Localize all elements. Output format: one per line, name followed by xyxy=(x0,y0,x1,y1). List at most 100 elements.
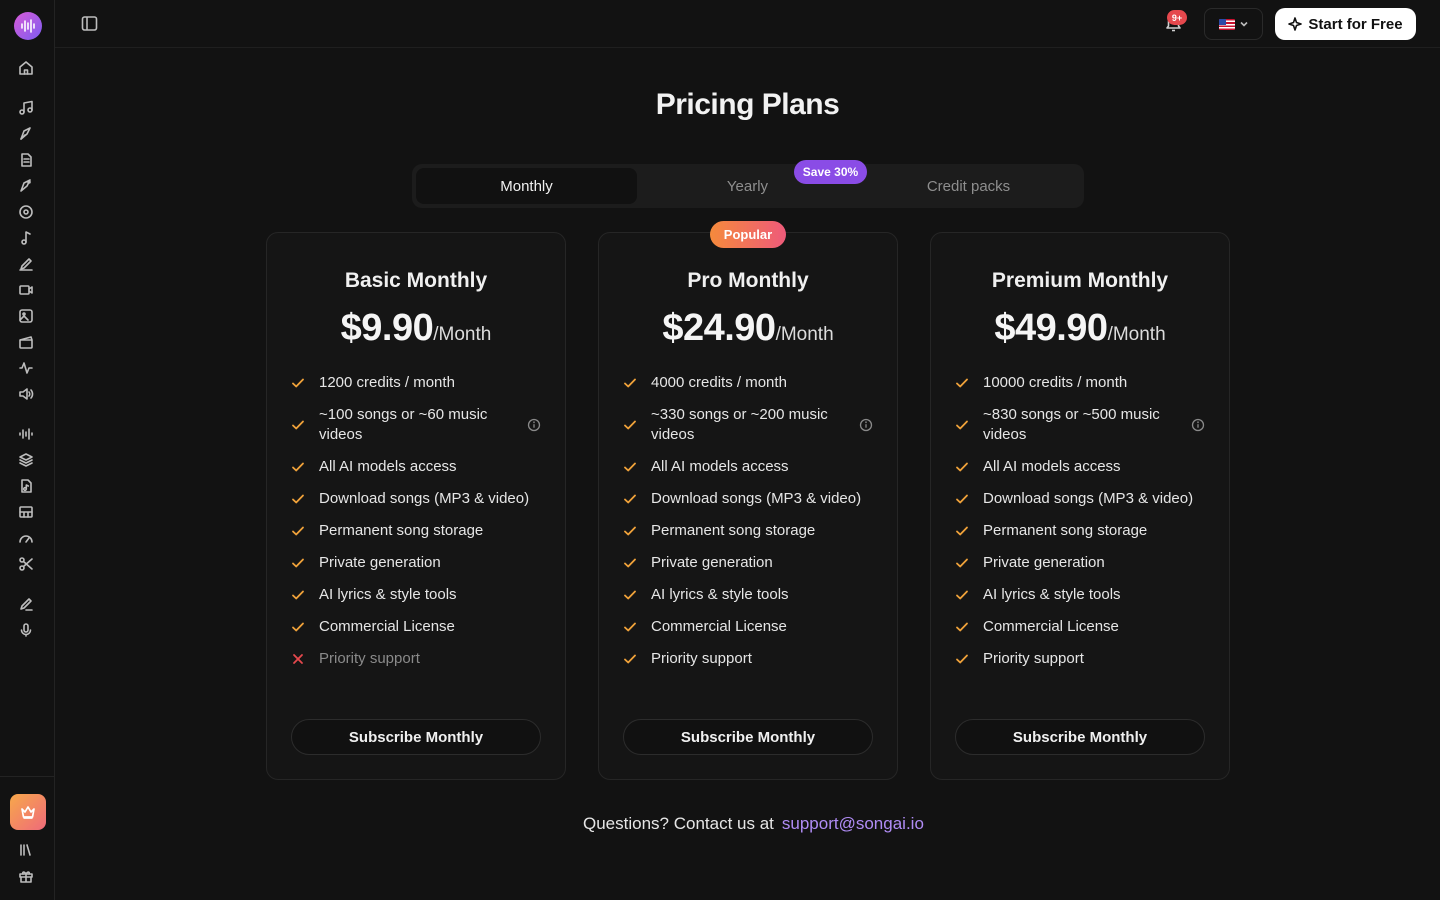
sidebar-divider xyxy=(0,776,55,777)
feature-text: ~100 songs or ~60 music videos xyxy=(319,406,488,443)
gift-icon[interactable] xyxy=(17,867,35,885)
language-selector[interactable] xyxy=(1204,8,1263,40)
audio-file-icon[interactable] xyxy=(17,477,35,495)
clapperboard-icon[interactable] xyxy=(17,333,35,351)
check-icon xyxy=(291,620,305,634)
sidebar-toggle-icon[interactable] xyxy=(81,15,99,33)
layers-icon[interactable] xyxy=(17,451,35,469)
plan-price: $49.90 xyxy=(994,307,1108,349)
check-icon xyxy=(955,556,969,570)
feature-text: Permanent song storage xyxy=(319,522,484,539)
tab-monthly[interactable]: Monthly xyxy=(416,168,637,204)
subscribe-button[interactable]: Subscribe Monthly xyxy=(955,719,1205,755)
app-logo[interactable] xyxy=(14,12,42,40)
check-icon xyxy=(291,460,305,474)
feature-text: AI lyrics & style tools xyxy=(319,586,457,603)
pen-nib-icon[interactable] xyxy=(17,125,35,143)
check-icon xyxy=(623,492,637,506)
check-icon xyxy=(623,524,637,538)
price-row: $24.90 /Month xyxy=(599,307,897,350)
feature-list: 4000 credits / month ~330 songs or ~200 … xyxy=(623,373,875,681)
page-title: Pricing Plans xyxy=(655,88,840,121)
info-icon[interactable] xyxy=(1191,418,1205,432)
subscribe-button[interactable]: Subscribe Monthly xyxy=(623,719,873,755)
piano-icon[interactable] xyxy=(17,503,35,521)
feature-text: Private generation xyxy=(651,554,773,571)
plan-card: Basic Monthly $9.90 /Month 1200 credits … xyxy=(266,232,566,780)
feature-item: 1200 credits / month xyxy=(291,373,543,393)
feature-text: Permanent song storage xyxy=(983,522,1148,539)
feature-item: Priority support xyxy=(623,649,875,669)
gauge-icon[interactable] xyxy=(17,529,35,547)
chevron-down-icon xyxy=(1239,21,1248,27)
feature-text: AI lyrics & style tools xyxy=(983,586,1121,603)
popular-badge: Popular xyxy=(710,221,786,248)
upgrade-button[interactable] xyxy=(10,794,46,830)
notification-badge: 9+ xyxy=(1167,10,1187,25)
feature-item: Download songs (MP3 & video) xyxy=(623,489,875,509)
feature-text: Commercial License xyxy=(651,618,787,635)
speaker-icon[interactable] xyxy=(17,385,35,403)
microphone-icon[interactable] xyxy=(17,621,35,639)
check-icon xyxy=(955,460,969,474)
feature-text: All AI models access xyxy=(319,458,457,475)
start-for-free-button[interactable]: Start for Free xyxy=(1275,8,1416,40)
library-icon[interactable] xyxy=(17,841,35,859)
check-icon xyxy=(955,418,969,432)
check-icon xyxy=(623,418,637,432)
check-icon xyxy=(291,588,305,602)
subscribe-button[interactable]: Subscribe Monthly xyxy=(291,719,541,755)
feature-item: ~330 songs or ~200 music videos xyxy=(623,405,875,445)
feature-text: Private generation xyxy=(319,554,441,571)
single-note-icon[interactable] xyxy=(17,229,35,247)
music-note-icon[interactable] xyxy=(17,99,35,117)
audio-bars-icon[interactable] xyxy=(17,425,35,443)
feature-text: Commercial License xyxy=(319,618,455,635)
video-camera-icon[interactable] xyxy=(17,281,35,299)
feature-item: AI lyrics & style tools xyxy=(291,585,543,605)
feature-item: AI lyrics & style tools xyxy=(955,585,1207,605)
check-icon xyxy=(623,556,637,570)
check-icon xyxy=(623,620,637,634)
support-email-link[interactable]: support@songai.io xyxy=(782,814,924,834)
pencil-icon[interactable] xyxy=(17,255,35,273)
sidebar xyxy=(0,0,55,900)
waveform-logo-icon xyxy=(21,19,35,33)
image-play-icon[interactable] xyxy=(17,307,35,325)
price-row: $9.90 /Month xyxy=(267,307,565,350)
info-icon[interactable] xyxy=(527,418,541,432)
feature-item: Permanent song storage xyxy=(955,521,1207,541)
feature-list: 10000 credits / month ~830 songs or ~500… xyxy=(955,373,1207,681)
check-icon xyxy=(955,492,969,506)
check-icon xyxy=(623,460,637,474)
feature-text: Priority support xyxy=(319,650,420,667)
plan-period: /Month xyxy=(775,324,834,345)
check-icon xyxy=(291,492,305,506)
feature-text: Permanent song storage xyxy=(651,522,816,539)
feature-item: All AI models access xyxy=(291,457,543,477)
document-icon[interactable] xyxy=(17,151,35,169)
check-icon xyxy=(955,524,969,538)
plan-period: /Month xyxy=(1107,324,1166,345)
edit-icon[interactable] xyxy=(17,595,35,613)
feature-text: All AI models access xyxy=(651,458,789,475)
check-icon xyxy=(623,376,637,390)
contact-text: Questions? Contact us at xyxy=(583,814,774,833)
top-bar: 9+ Start for Free xyxy=(55,0,1440,48)
feature-item: ~100 songs or ~60 music videos xyxy=(291,405,543,445)
feature-text: ~830 songs or ~500 music videos xyxy=(983,406,1160,443)
plan-name: Pro Monthly xyxy=(687,269,809,292)
check-icon xyxy=(291,376,305,390)
brush-icon[interactable] xyxy=(17,177,35,195)
vinyl-icon[interactable] xyxy=(17,203,35,221)
check-icon xyxy=(955,376,969,390)
feature-item: Priority support xyxy=(955,649,1207,669)
waveform-icon[interactable] xyxy=(17,359,35,377)
info-icon[interactable] xyxy=(859,418,873,432)
check-icon xyxy=(955,620,969,634)
feature-item: Private generation xyxy=(291,553,543,573)
home-icon[interactable] xyxy=(17,59,35,77)
scissors-icon[interactable] xyxy=(17,555,35,573)
feature-item: Private generation xyxy=(955,553,1207,573)
tab-credit-packs[interactable]: Credit packs xyxy=(858,168,1079,204)
